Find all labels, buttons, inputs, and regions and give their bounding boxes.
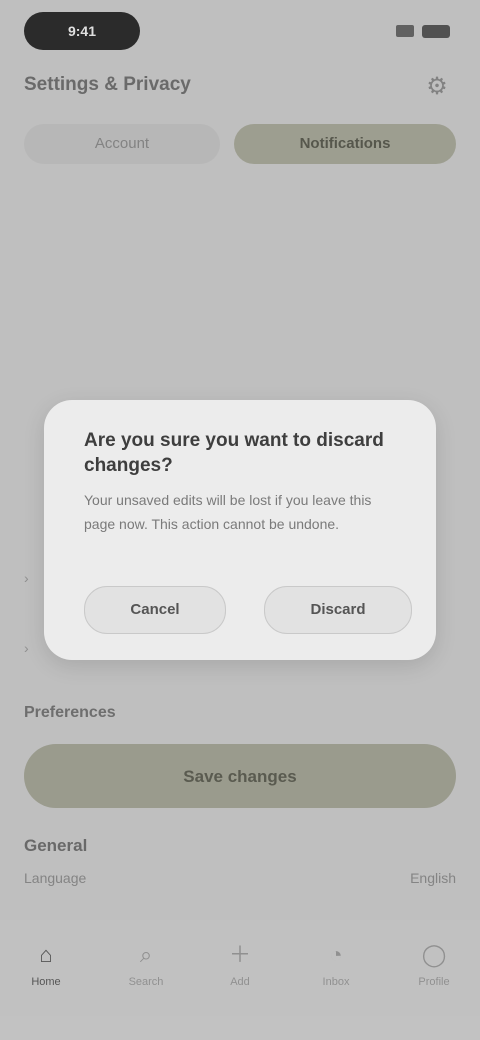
dialog-title: Are you sure you want to discard changes…	[84, 430, 384, 476]
dialog-actions: Cancel Discard	[84, 586, 412, 634]
dialog-body: Your unsaved edits will be lost if you l…	[84, 492, 372, 532]
cancel-button[interactable]: Cancel	[84, 586, 226, 634]
discard-button[interactable]: Discard	[264, 586, 412, 634]
app-screen: 9:41 Settings & Privacy ⚙ Account Notifi…	[0, 0, 480, 1040]
confirm-dialog: Are you sure you want to discard changes…	[44, 400, 436, 660]
